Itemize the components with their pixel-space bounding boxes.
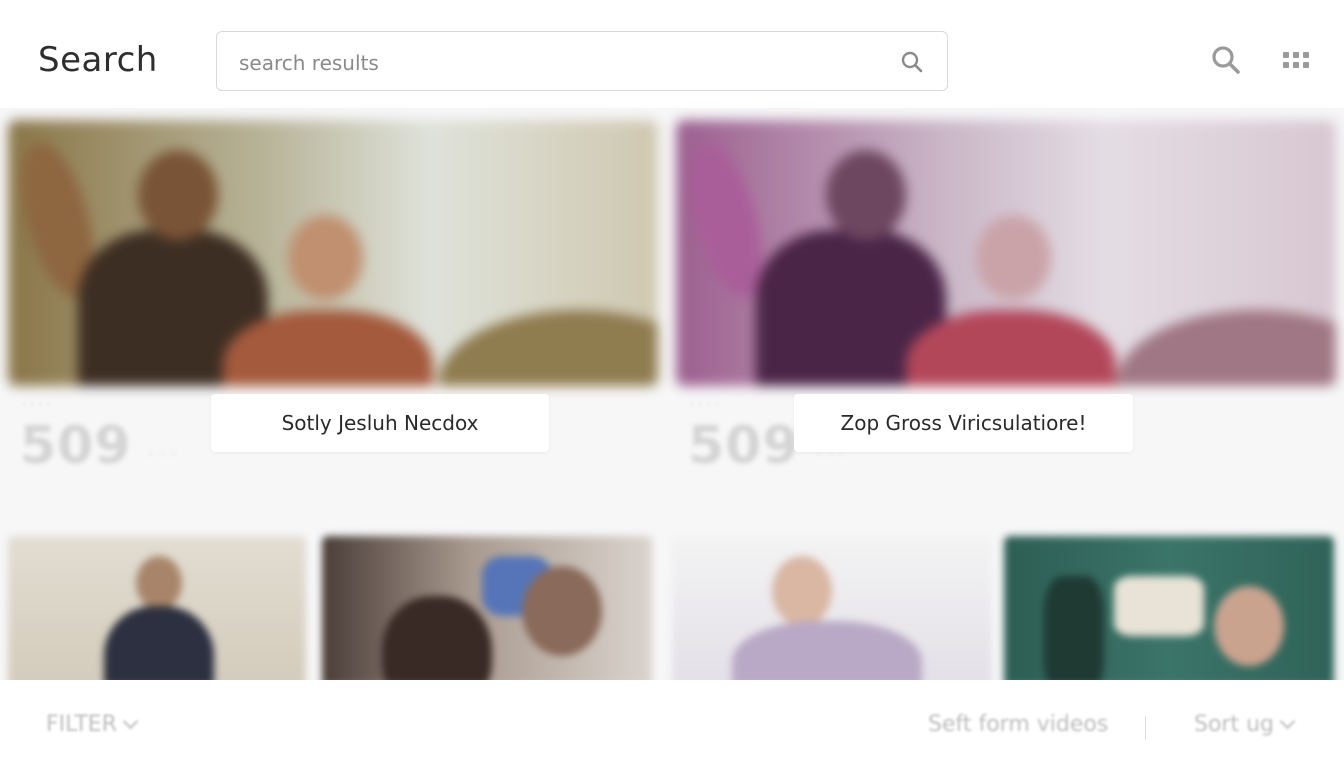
sort-description: Seft form videos (928, 712, 1109, 737)
apps-grid-button[interactable] (1278, 42, 1314, 78)
video-thumbnail[interactable] (322, 536, 652, 686)
result-count: 509 (20, 416, 132, 476)
search-input[interactable] (237, 48, 861, 78)
sort-button[interactable]: Sort ug (1194, 712, 1296, 737)
video-thumbnail[interactable] (676, 120, 1336, 386)
video-thumbnail[interactable] (8, 536, 306, 686)
chevron-down-icon (122, 713, 139, 730)
result-meta-dots: · · · (148, 444, 177, 465)
divider (1145, 716, 1146, 740)
header-search-button[interactable] (1206, 40, 1246, 80)
search-field[interactable] (216, 31, 948, 91)
apps-grid-icon (1283, 52, 1289, 58)
result-card[interactable]: · · · · 509 · · · Zop Gross Viricsulatio… (676, 114, 1336, 490)
result-card[interactable]: · · · · 509 · · · Sotly Jesluh Necdox (8, 114, 658, 490)
page-title: Search (38, 40, 158, 80)
sort-label: Sort ug (1194, 712, 1274, 737)
bottom-toolbar: FILTER Seft form videos Sort ug (0, 680, 1344, 768)
chevron-down-icon (1279, 713, 1296, 730)
result-count: 509 (688, 416, 800, 476)
result-meta: · · · · (690, 398, 719, 413)
filter-button[interactable]: FILTER (46, 712, 139, 737)
filter-label: FILTER (46, 712, 117, 737)
search-icon (901, 51, 923, 73)
top-bar: Search (0, 0, 1344, 108)
video-thumbnail[interactable] (8, 120, 658, 386)
result-title[interactable]: Sotly Jesluh Necdox (211, 394, 549, 452)
video-thumbnail[interactable] (672, 536, 992, 686)
video-thumbnail[interactable] (1004, 536, 1334, 686)
search-results: · · · · 509 · · · Sotly Jesluh Necdox · … (0, 108, 1344, 686)
result-meta: · · · · (22, 398, 51, 413)
search-icon (1212, 46, 1240, 74)
search-submit-button[interactable] (897, 47, 927, 77)
result-title[interactable]: Zop Gross Viricsulatiore! (794, 394, 1133, 452)
